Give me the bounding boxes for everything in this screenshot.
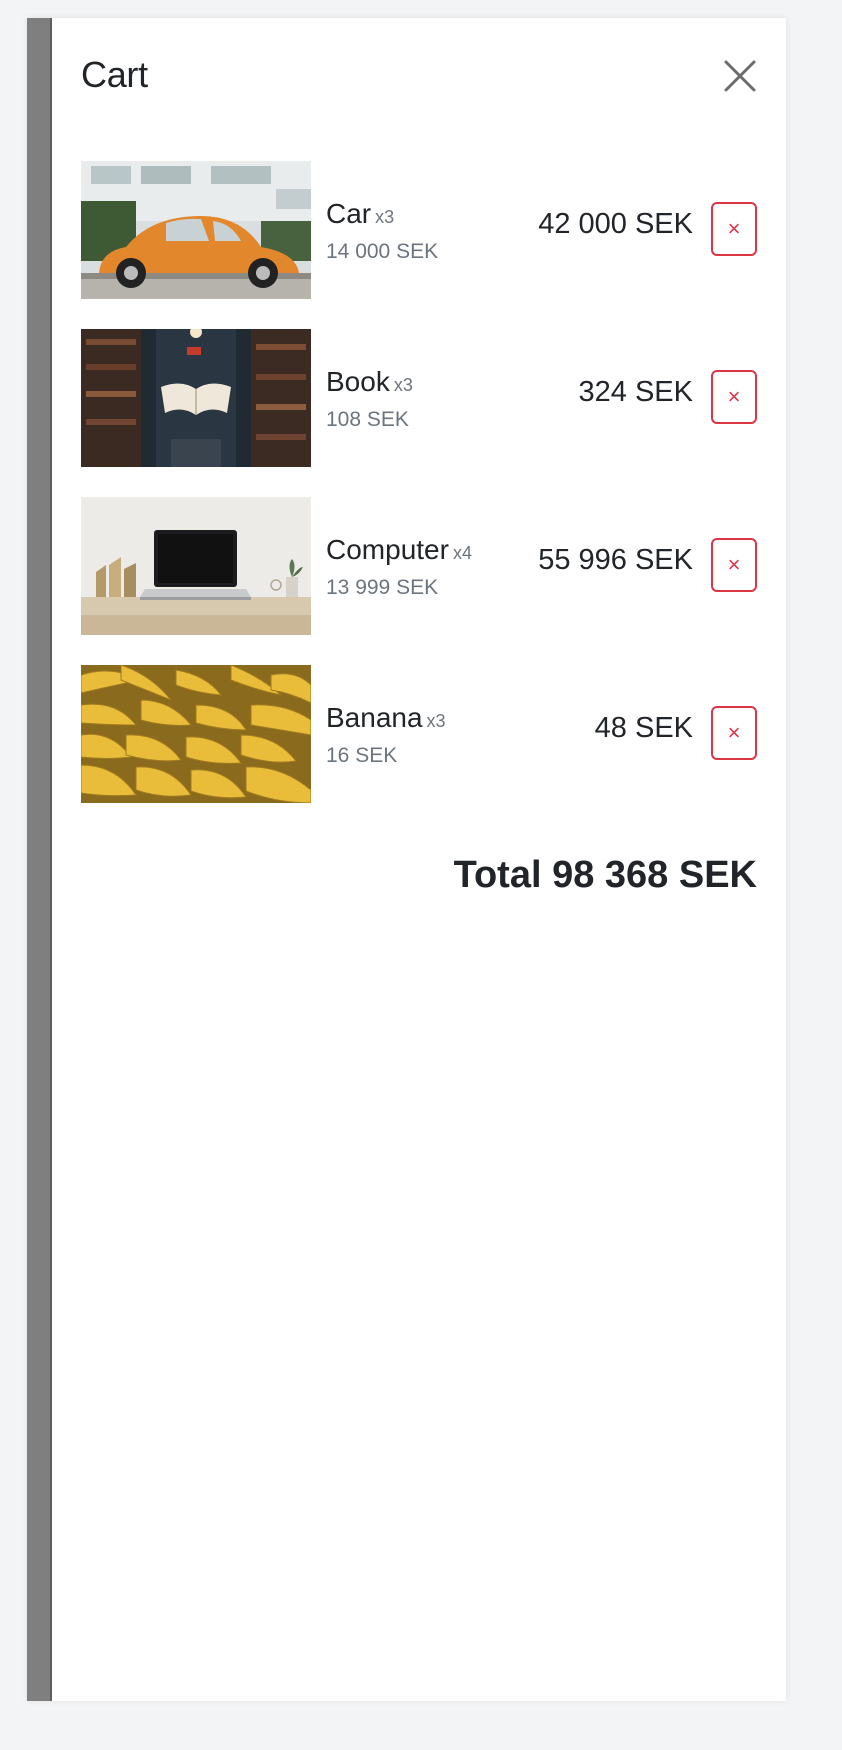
product-image-car — [81, 161, 311, 299]
item-info: Banana x3 16 SEK — [326, 701, 446, 768]
item-line-total: 42 000 SEK — [538, 208, 693, 240]
item-line-total: 324 SEK — [578, 376, 693, 408]
item-name-line: Book x3 — [326, 365, 413, 402]
item-quantity: x3 — [426, 711, 446, 731]
close-button[interactable] — [720, 56, 760, 96]
remove-item-button[interactable]: × — [711, 202, 757, 256]
item-name-line: Computer x4 — [326, 533, 472, 570]
item-name: Banana — [326, 702, 423, 733]
cart-item-computer: Computer x4 13 999 SEK 55 996 SEK × — [81, 497, 757, 635]
item-line-total: 55 996 SEK — [538, 544, 693, 576]
item-info: Computer x4 13 999 SEK — [326, 533, 472, 600]
close-icon — [724, 60, 756, 92]
item-quantity: x3 — [393, 375, 413, 395]
cart-item-car: Car x3 14 000 SEK 42 000 SEK × — [81, 161, 757, 299]
item-unit-price: 14 000 SEK — [326, 240, 439, 263]
cart-panel: Cart Car x3 14 000 SEK 42 000 SEK × Book… — [52, 18, 786, 1701]
cart-item-banana: Banana x3 16 SEK 48 SEK × — [81, 665, 757, 803]
product-image-computer — [81, 497, 311, 635]
item-unit-price: 108 SEK — [326, 408, 409, 431]
cart-title: Cart — [81, 54, 148, 95]
item-quantity: x4 — [452, 543, 472, 563]
item-quantity: x3 — [375, 207, 395, 227]
cart-item-book: Book x3 108 SEK 324 SEK × — [81, 329, 757, 467]
item-name-line: Banana x3 — [326, 701, 446, 738]
product-image-banana — [81, 665, 311, 803]
item-unit-price: 13 999 SEK — [326, 576, 439, 599]
modal-backdrop[interactable] — [27, 18, 52, 1701]
cart-items-list: Car x3 14 000 SEK 42 000 SEK × Book x3 1… — [81, 161, 757, 833]
cart-total: Total 98 368 SEK — [453, 854, 757, 896]
item-name: Car — [326, 198, 372, 229]
item-name-line: Car x3 — [326, 197, 438, 234]
item-line-total: 48 SEK — [594, 712, 693, 744]
remove-item-button[interactable]: × — [711, 538, 757, 592]
item-name: Computer — [326, 534, 449, 565]
remove-item-button[interactable]: × — [711, 706, 757, 760]
remove-item-button[interactable]: × — [711, 370, 757, 424]
item-unit-price: 16 SEK — [326, 744, 398, 767]
item-name: Book — [326, 366, 390, 397]
product-image-book — [81, 329, 311, 467]
item-info: Book x3 108 SEK — [326, 365, 413, 432]
item-info: Car x3 14 000 SEK — [326, 197, 438, 264]
